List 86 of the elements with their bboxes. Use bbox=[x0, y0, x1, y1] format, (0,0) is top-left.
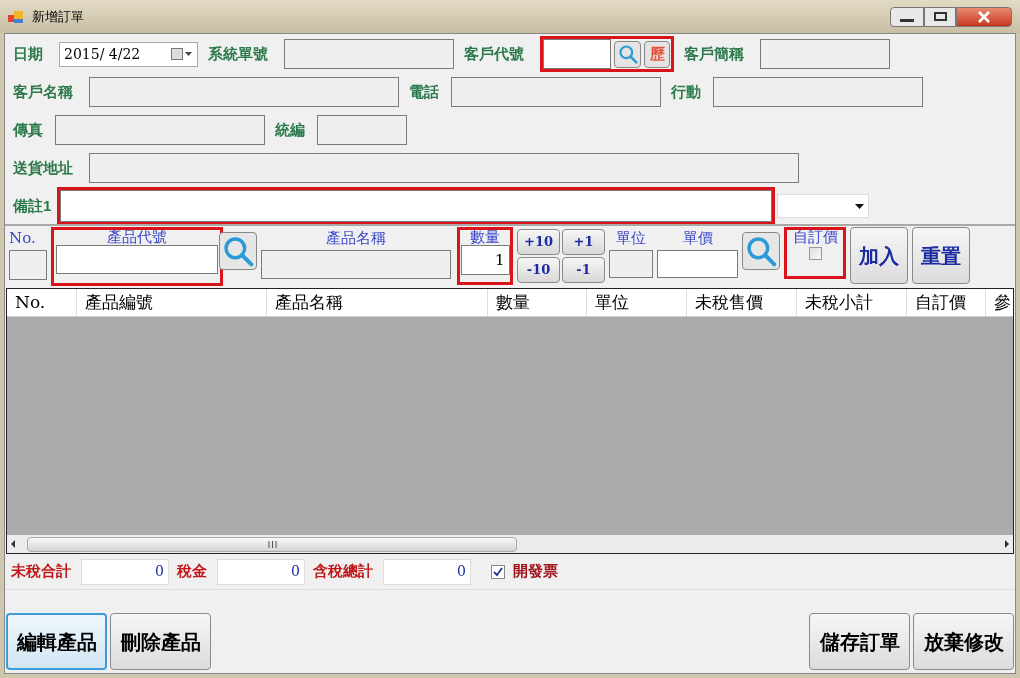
field-label: 送貨地址 bbox=[13, 157, 74, 178]
column-header[interactable]: 單位 bbox=[587, 289, 687, 316]
total-label: 未稅合計 bbox=[11, 561, 71, 582]
quantity-value: 1 bbox=[494, 249, 505, 271]
column-header[interactable]: No. bbox=[7, 289, 77, 316]
date-value: 2015/ 4/22 bbox=[64, 44, 141, 64]
search-button[interactable] bbox=[742, 232, 780, 270]
field-label: 客戶名稱 bbox=[13, 81, 74, 102]
dropdown-caret-icon bbox=[855, 203, 864, 209]
entry-label: No. bbox=[9, 228, 36, 249]
text-field[interactable] bbox=[713, 77, 923, 107]
search-button[interactable] bbox=[614, 40, 641, 68]
text-field[interactable] bbox=[317, 115, 407, 145]
close-icon bbox=[977, 10, 991, 23]
unit-price-field[interactable] bbox=[657, 249, 738, 278]
field-label: 系統單號 bbox=[208, 43, 269, 64]
field-label: 傳真 bbox=[13, 119, 44, 140]
total-field: 0 bbox=[81, 558, 169, 585]
entry-label: 產品代號 bbox=[107, 230, 167, 245]
field-label: 統編 bbox=[275, 119, 306, 140]
action-button[interactable]: 刪除產品 bbox=[110, 613, 211, 670]
product-code-field[interactable] bbox=[56, 245, 218, 274]
custom-price-checkbox[interactable] bbox=[808, 247, 822, 260]
text-field[interactable] bbox=[284, 39, 454, 69]
total-label: 含稅總計 bbox=[313, 561, 373, 582]
total-label: 稅金 bbox=[177, 561, 207, 582]
entry-label: 單位 bbox=[616, 228, 646, 249]
search-icon bbox=[222, 235, 254, 267]
invoice-checkbox[interactable] bbox=[491, 564, 505, 579]
column-header[interactable]: 產品名稱 bbox=[267, 289, 488, 316]
close-button[interactable] bbox=[956, 6, 1012, 27]
action-button[interactable]: 放棄修改 bbox=[913, 613, 1014, 670]
step-button[interactable]: +10 bbox=[517, 229, 560, 255]
entry-action-button[interactable]: 加入 bbox=[850, 227, 908, 284]
column-header[interactable]: 未稅小計 bbox=[797, 289, 907, 316]
column-header[interactable]: 未稅售價 bbox=[687, 289, 797, 316]
app-icon bbox=[8, 9, 24, 24]
window-title: 新增訂單 bbox=[32, 7, 84, 26]
search-icon bbox=[617, 44, 638, 64]
product-name-field[interactable] bbox=[261, 249, 451, 279]
invoice-label: 開發票 bbox=[513, 561, 558, 582]
calendar-icon bbox=[171, 48, 193, 60]
field-label: 客戶代號 bbox=[464, 43, 525, 64]
entry-action-button[interactable]: 重置 bbox=[912, 227, 970, 284]
quantity-field[interactable]: 1 bbox=[460, 245, 510, 275]
text-field[interactable] bbox=[451, 77, 661, 107]
column-header[interactable]: 自訂價 bbox=[907, 289, 986, 316]
field-label: 備註1 bbox=[13, 195, 53, 216]
search-button[interactable] bbox=[219, 232, 257, 270]
step-button[interactable]: -1 bbox=[562, 257, 605, 283]
scrollbar-thumb[interactable] bbox=[27, 536, 517, 552]
action-button[interactable]: 編輯產品 bbox=[6, 613, 107, 670]
minimize-button[interactable] bbox=[890, 6, 924, 27]
line-number-field[interactable] bbox=[9, 249, 47, 280]
maximize-icon bbox=[933, 12, 947, 21]
text-field[interactable] bbox=[55, 115, 265, 145]
text-field[interactable] bbox=[89, 77, 399, 107]
column-header[interactable]: 參 bbox=[986, 289, 1013, 316]
entry-label: 單價 bbox=[682, 228, 713, 249]
scroll-right-icon bbox=[1003, 540, 1011, 548]
step-button[interactable]: -10 bbox=[517, 257, 560, 283]
column-header[interactable]: 數量 bbox=[488, 289, 587, 316]
check-icon bbox=[493, 566, 503, 577]
unit-field[interactable] bbox=[609, 249, 653, 278]
search-icon bbox=[745, 235, 777, 267]
total-field: 0 bbox=[217, 558, 305, 585]
column-header[interactable]: 產品編號 bbox=[77, 289, 267, 316]
customer-code-field[interactable] bbox=[543, 39, 611, 69]
scroll-left-icon bbox=[9, 540, 17, 548]
total-field: 0 bbox=[383, 558, 471, 585]
entry-label: 數量 bbox=[470, 230, 500, 245]
text-field[interactable] bbox=[89, 153, 799, 183]
text-field[interactable] bbox=[760, 39, 890, 69]
step-button[interactable]: +1 bbox=[562, 229, 605, 255]
field-label: 行動 bbox=[671, 81, 702, 102]
date-picker[interactable]: 2015/ 4/22 bbox=[59, 41, 198, 67]
maximize-button[interactable] bbox=[924, 6, 956, 27]
field-label: 日期 bbox=[13, 43, 44, 64]
minimize-icon bbox=[900, 18, 914, 22]
field-label: 客戶簡稱 bbox=[684, 43, 745, 64]
action-button[interactable]: 儲存訂單 bbox=[809, 613, 910, 670]
horizontal-scrollbar[interactable] bbox=[7, 535, 1013, 553]
grip-icon bbox=[267, 540, 277, 548]
entry-label: 產品名稱 bbox=[326, 228, 386, 249]
entry-label: 自訂價 bbox=[792, 230, 838, 245]
field-label: 電話 bbox=[409, 81, 440, 102]
